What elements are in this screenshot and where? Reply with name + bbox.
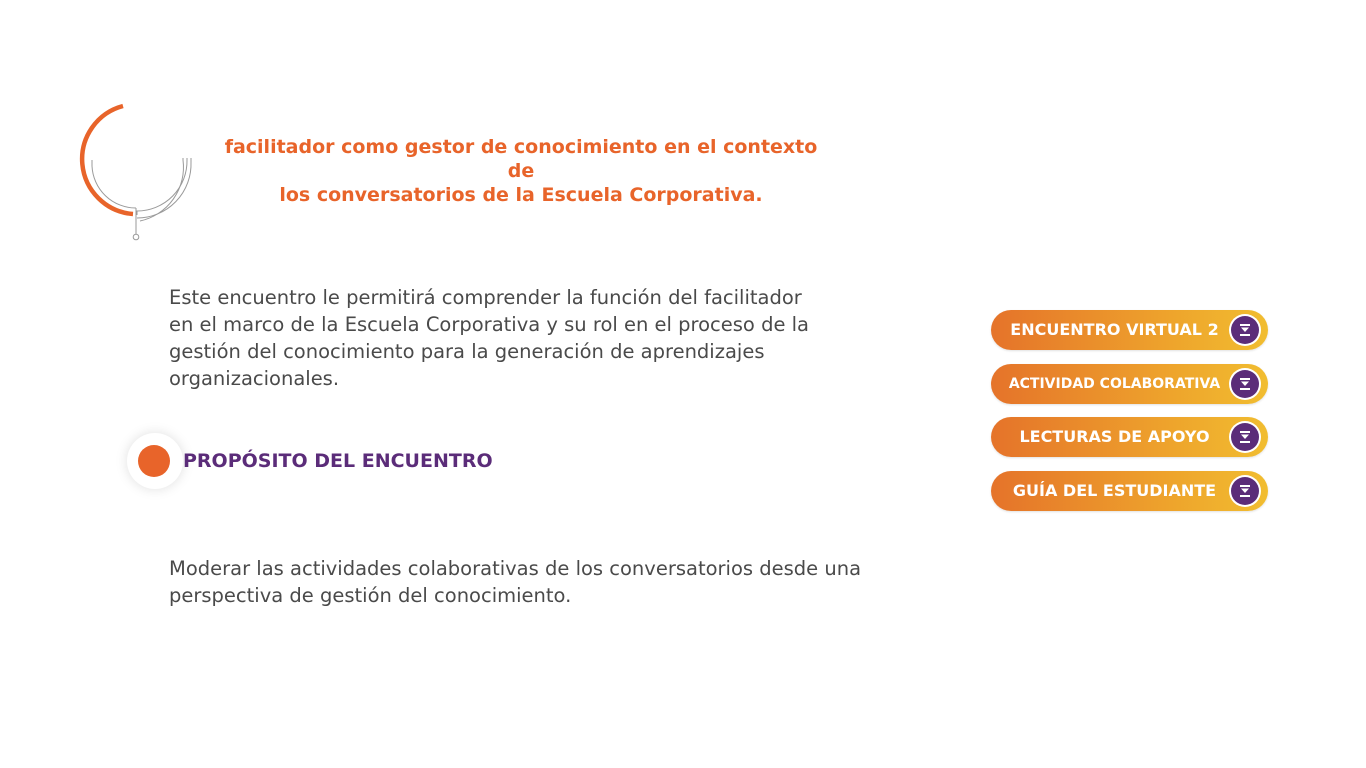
page: facilitador como gestor de conocimiento … bbox=[0, 0, 1366, 768]
intro-paragraph: Este encuentro le permitirá comprender l… bbox=[169, 284, 849, 392]
menu-button-label: LECTURAS DE APOYO bbox=[1019, 427, 1210, 446]
intro-line: Este encuentro le permitirá comprender l… bbox=[169, 286, 802, 309]
purpose-bullet-icon bbox=[127, 433, 183, 489]
page-title-line: los conversatorios de la Escuela Corpora… bbox=[279, 184, 763, 206]
purpose-line: Moderar las actividades colaborativas de… bbox=[169, 557, 862, 580]
intro-line: gestión del conocimiento para la generac… bbox=[169, 340, 765, 363]
chevron-down-icon[interactable] bbox=[1229, 367, 1261, 400]
lecturas-de-apoyo-button[interactable]: LECTURAS DE APOYO bbox=[991, 417, 1268, 457]
guia-del-estudiante-button[interactable]: GUÍA DEL ESTUDIANTE bbox=[991, 470, 1268, 511]
chevron-down-icon[interactable] bbox=[1229, 314, 1261, 346]
resource-menu: ENCUENTRO VIRTUAL 2 ACTIVIDAD COLABORATI… bbox=[991, 310, 1271, 524]
page-title-line: facilitador como gestor de conocimiento … bbox=[224, 136, 818, 182]
orange-dot-icon bbox=[138, 445, 170, 477]
page-title: facilitador como gestor de conocimiento … bbox=[210, 135, 832, 207]
actividad-colaborativa-button[interactable]: ACTIVIDAD COLABORATIVA bbox=[991, 363, 1268, 404]
intro-line: en el marco de la Escuela Corporativa y … bbox=[169, 313, 810, 336]
menu-button-label: ACTIVIDAD COLABORATIVA bbox=[1008, 375, 1221, 392]
encuentro-virtual-button[interactable]: ENCUENTRO VIRTUAL 2 bbox=[991, 310, 1268, 350]
chevron-down-icon[interactable] bbox=[1229, 421, 1261, 453]
purpose-heading: PROPÓSITO DEL ENCUENTRO bbox=[183, 450, 493, 472]
chevron-down-icon[interactable] bbox=[1229, 474, 1261, 507]
purpose-line: perspectiva de gestión del conocimiento. bbox=[169, 584, 572, 607]
purpose-paragraph: Moderar las actividades colaborativas de… bbox=[169, 555, 909, 609]
decorative-arc-graphic bbox=[79, 103, 192, 241]
menu-button-label: ENCUENTRO VIRTUAL 2 bbox=[1010, 320, 1219, 339]
menu-button-label: GUÍA DEL ESTUDIANTE bbox=[1012, 480, 1217, 500]
intro-line: organizacionales. bbox=[169, 367, 340, 390]
